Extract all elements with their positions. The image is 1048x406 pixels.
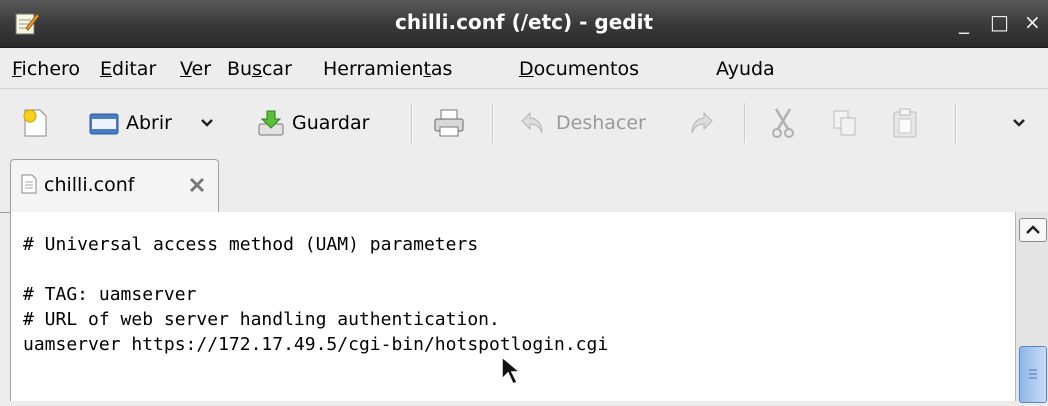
toolbar-separator	[955, 103, 957, 143]
chevron-down-icon	[1013, 119, 1025, 127]
toolbar-separator	[744, 103, 746, 143]
title-bar: chilli.conf (/etc) - gedit _ □ ×	[0, 0, 1048, 48]
undo-button[interactable]: Deshacer	[520, 105, 646, 141]
close-window-button[interactable]: ×	[1024, 10, 1041, 34]
menu-herramientas[interactable]: Herramientas	[323, 58, 452, 80]
toolbar-separator	[411, 103, 413, 143]
toolbar-overflow-button[interactable]	[1012, 105, 1026, 141]
menu-ver[interactable]: Ver	[180, 58, 211, 80]
code-line: # TAG: uamserver	[23, 284, 197, 305]
menu-buscar[interactable]: Buscar	[227, 58, 292, 80]
open-button[interactable]: Abrir	[88, 105, 172, 141]
menu-bar: Fichero Editar Ver Buscar Herramientas D…	[0, 48, 1048, 89]
copy-button[interactable]	[832, 105, 858, 141]
menu-ayuda[interactable]: Ayuda	[716, 58, 775, 80]
menu-documentos[interactable]: Documentos	[519, 58, 639, 80]
copy-icon	[833, 110, 856, 136]
redo-icon	[691, 111, 713, 134]
menu-fichero[interactable]: Fichero	[12, 58, 80, 80]
new-document-icon	[23, 109, 47, 137]
print-icon	[434, 109, 464, 137]
redo-button[interactable]	[690, 105, 714, 141]
scroll-up-icon	[1026, 225, 1040, 234]
toolbar: Abrir Guardar Deshacer	[0, 89, 1048, 157]
save-label: Guardar	[292, 112, 370, 134]
print-button[interactable]	[433, 105, 465, 141]
cut-icon	[772, 108, 794, 138]
menu-editar[interactable]: Editar	[100, 58, 156, 80]
undo-label: Deshacer	[556, 112, 646, 134]
new-document-button[interactable]	[22, 105, 48, 141]
maximize-button[interactable]: □	[990, 10, 1009, 34]
open-folder-icon	[89, 113, 119, 135]
toolbar-separator	[492, 103, 494, 143]
mouse-cursor-icon	[501, 355, 523, 386]
grip-icon	[1029, 369, 1037, 379]
scrollbar-thumb[interactable]	[1019, 346, 1047, 403]
tab-label: chilli.conf	[44, 174, 135, 196]
window-title: chilli.conf (/etc) - gedit	[394, 10, 654, 34]
code-line: # URL of web server handling authenticat…	[23, 309, 500, 330]
chevron-down-icon	[201, 119, 213, 127]
save-button[interactable]: Guardar	[256, 105, 369, 141]
save-icon	[258, 110, 284, 136]
paste-button[interactable]	[892, 105, 918, 141]
code-line: uamserver https://172.17.49.5/cgi-bin/ho…	[23, 334, 609, 355]
open-label: Abrir	[126, 112, 172, 134]
code-line: ​	[23, 257, 608, 282]
cut-button[interactable]	[770, 105, 796, 141]
paste-icon	[893, 108, 917, 138]
document-tabs: chilli.conf	[0, 157, 1048, 213]
minimize-button[interactable]: _	[956, 10, 972, 34]
scroll-up-button[interactable]	[1019, 218, 1047, 242]
tab-chilli-conf[interactable]: chilli.conf	[10, 159, 219, 213]
document-icon	[21, 174, 37, 194]
vertical-scrollbar[interactable]	[1015, 212, 1048, 403]
undo-icon	[521, 111, 543, 134]
tab-close-icon[interactable]	[189, 177, 205, 193]
code-line: # Universal access method (UAM) paramete…	[23, 234, 479, 255]
open-recent-dropdown[interactable]	[200, 105, 214, 141]
